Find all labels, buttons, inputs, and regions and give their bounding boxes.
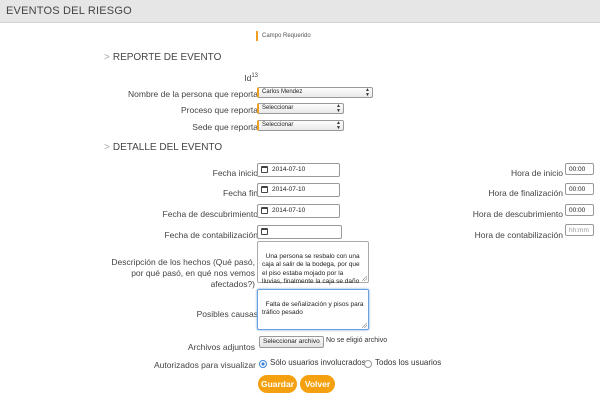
causes-text: Falta de señalización y pisos para tráfi… [262, 300, 366, 317]
description-label: Descripción de los hechos (Qué pasó, por… [111, 257, 255, 289]
description-textarea[interactable]: Una persona se resbalo con una caja al s… [257, 241, 369, 286]
select-arrows-icon: ▲ ▼ [336, 103, 341, 114]
id-label: Id13 [244, 73, 258, 83]
attachments-label: Archivos adjuntos [187, 342, 255, 352]
page-title: EVENTOS DEL RIESGO [6, 5, 132, 17]
process-select[interactable]: Seleccionar ▲ ▼ [257, 103, 344, 114]
resize-handle-icon[interactable] [362, 276, 367, 281]
discovery-time-input[interactable]: 00:00 [565, 204, 594, 216]
radio-all-users-label[interactable]: Todos los usuarios [375, 358, 441, 367]
accounting-date-input[interactable] [257, 225, 342, 239]
calendar-icon [261, 228, 268, 235]
end-date-label: Fecha fin [223, 188, 258, 198]
radio-all-users[interactable] [364, 360, 372, 368]
process-label: Proceso que reporta [180, 105, 258, 115]
causes-label: Posibles causas [196, 309, 258, 319]
section-reporte-title: REPORTE DE EVENTO [112, 52, 222, 63]
discovery-date-label: Fecha de descubrimiento [162, 209, 258, 219]
chevron-right-icon: > [104, 142, 110, 153]
start-time-input[interactable]: 00:00 [565, 163, 594, 175]
discovery-time-label: Hora de descubrimiento [472, 209, 563, 219]
accounting-time-label: Hora de contabilización [474, 230, 563, 240]
calendar-icon [261, 207, 268, 214]
start-date-input[interactable]: 2014-07-10 [257, 163, 340, 177]
end-time-input[interactable]: 00:00 [565, 183, 594, 195]
choose-file-button[interactable]: Seleccionar archivo [259, 336, 324, 348]
process-select-value: Seleccionar [262, 105, 294, 111]
select-arrows-icon: ▲ ▼ [336, 120, 341, 131]
description-text: Una persona se resbalo con una caja al s… [262, 252, 362, 286]
required-field-note: Campo Requerido [256, 31, 311, 41]
end-date-input[interactable]: 2014-07-10 [257, 183, 340, 197]
site-select-value: Seleccionar [262, 122, 294, 128]
reporter-select-value: Carlos Mendez [262, 89, 303, 95]
site-label: Sede que reporta [192, 122, 258, 132]
save-button[interactable]: Guardar [258, 375, 297, 393]
radio-involved-users-label[interactable]: Sólo usuarios involucrados [270, 358, 366, 367]
end-time-label: Hora de finalización [488, 188, 563, 198]
accounting-date-label: Fecha de contabilización [164, 230, 258, 240]
section-detalle-title: DETALLE DEL EVENTO [112, 142, 223, 153]
calendar-icon [261, 186, 268, 193]
id-value: 13 [251, 73, 258, 80]
section-reporte: > REPORTE DE EVENTO [104, 52, 221, 63]
discovery-date-value: 2014-07-10 [272, 207, 306, 214]
resize-handle-icon[interactable] [362, 323, 367, 328]
file-status: No se eligió archivo [326, 337, 388, 344]
section-detalle: > DETALLE DEL EVENTO [104, 142, 222, 153]
start-date-label: Fecha inicio [212, 168, 258, 178]
reporter-label: Nombre de la persona que reporta [128, 89, 258, 99]
accounting-time-input[interactable]: hh:mm [565, 224, 594, 236]
back-button[interactable]: Volver [300, 375, 335, 393]
authorized-label: Autorizados para visualizar [153, 360, 256, 370]
reporter-select[interactable]: Carlos Mendez ▲ ▼ [257, 87, 373, 98]
calendar-icon [261, 166, 268, 173]
discovery-date-input[interactable]: 2014-07-10 [257, 204, 340, 218]
site-select[interactable]: Seleccionar ▲ ▼ [257, 120, 344, 131]
radio-involved-users[interactable] [259, 360, 267, 368]
causes-textarea[interactable]: Falta de señalización y pisos para tráfi… [257, 289, 369, 330]
start-date-value: 2014-07-10 [272, 166, 306, 173]
start-time-label: Hora de inicio [511, 168, 563, 178]
end-date-value: 2014-07-10 [272, 186, 306, 193]
select-arrows-icon: ▲ ▼ [365, 87, 370, 98]
chevron-right-icon: > [104, 52, 110, 63]
